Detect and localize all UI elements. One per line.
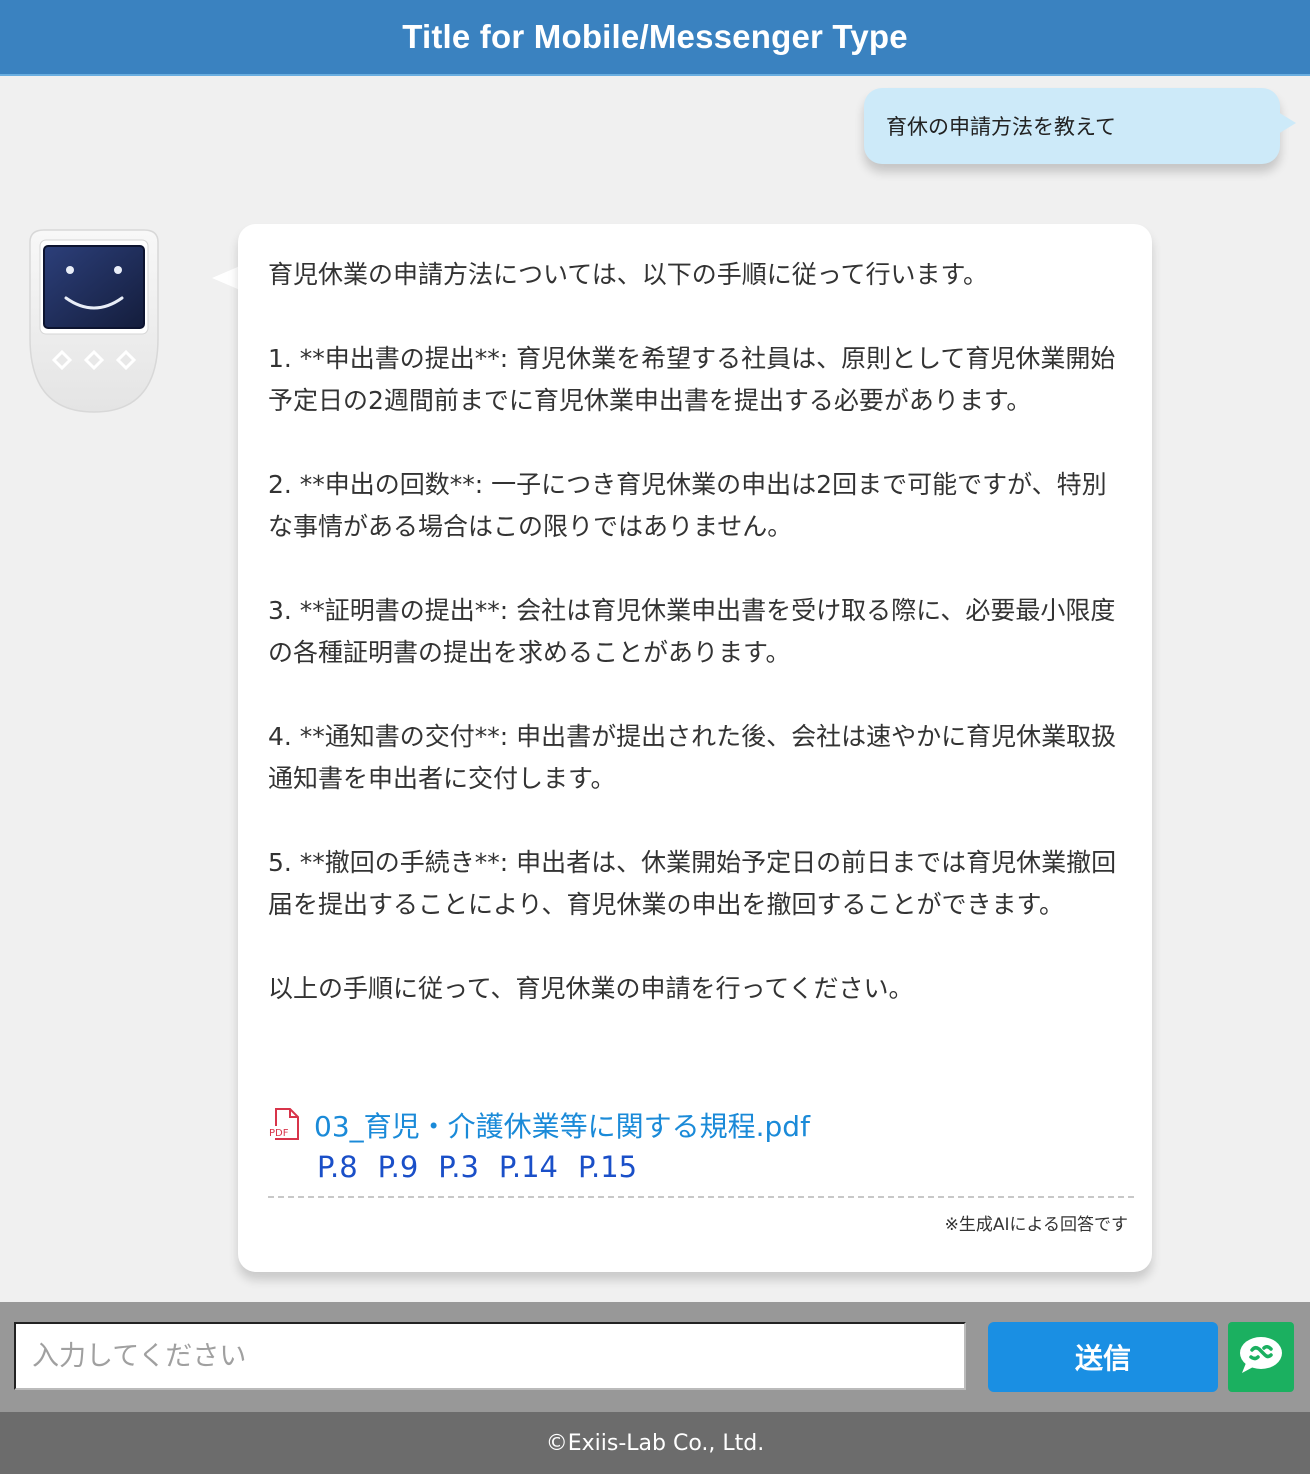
svg-text:PDF: PDF <box>269 1128 289 1139</box>
copyright-text: ©Exiis-Lab Co., Ltd. <box>545 1430 765 1456</box>
app-header: Title for Mobile/Messenger Type <box>0 0 1310 76</box>
source-file-link[interactable]: 03_育児・介護休業等に関する規程.pdf <box>314 1105 810 1145</box>
bot-message-text: 育児休業の申請方法については、以下の手順に従って行います。 1. **申出書の提… <box>268 254 1130 1010</box>
user-message-text: 育休の申請方法を教えて <box>886 115 1116 139</box>
page-link-4[interactable]: P.14 <box>499 1150 558 1184</box>
input-bar: 送信 <box>0 1302 1310 1412</box>
chat-area: 育休の申請方法を教えて 育児休業の申請方法については、以下の手順に従って行います… <box>0 76 1310 1302</box>
chat-bubble-icon <box>1238 1335 1284 1379</box>
robot-face-icon <box>24 228 164 414</box>
user-message-bubble: 育休の申請方法を教えて <box>864 88 1280 164</box>
page-link-3[interactable]: P.3 <box>438 1150 479 1184</box>
page-link-2[interactable]: P.9 <box>378 1150 419 1184</box>
page-link-5[interactable]: P.15 <box>578 1150 637 1184</box>
bot-step-2: 2. **申出の回数**: 一子につき育児休業の申出は2回まで可能ですが、特別な… <box>268 470 1107 541</box>
bot-intro: 育児休業の申請方法については、以下の手順に従って行います。 <box>268 260 989 289</box>
bot-step-4: 4. **通知書の交付**: 申出書が提出された後、会社は速やかに育児休業取扱通… <box>268 722 1117 793</box>
bot-step-1: 1. **申出書の提出**: 育児休業を希望する社員は、原則として育児休業開始予… <box>268 344 1116 415</box>
bot-step-3: 3. **証明書の提出**: 会社は育児休業申出書を受け取る際に、必要最小限度の… <box>268 596 1116 667</box>
bot-step-5: 5. **撤回の手続き**: 申出者は、休業開始予定日の前日までは育児休業撤回届… <box>268 848 1117 919</box>
ai-disclaimer: ※生成AIによる回答です <box>944 1215 1128 1235</box>
source-reference: PDF 03_育児・介護休業等に関する規程.pdf P.8 P.9 P.3 P.… <box>268 1104 1128 1184</box>
bot-message-bubble: 育児休業の申請方法については、以下の手順に従って行います。 1. **申出書の提… <box>238 224 1152 1272</box>
bot-bubble-tail <box>212 266 240 290</box>
page-title: Title for Mobile/Messenger Type <box>402 18 908 55</box>
user-bubble-tail <box>1278 112 1296 134</box>
send-button[interactable]: 送信 <box>988 1322 1218 1392</box>
footer: ©Exiis-Lab Co., Ltd. <box>0 1412 1310 1474</box>
bot-outro: 以上の手順に従って、育児休業の申請を行ってください。 <box>268 974 914 1003</box>
divider <box>268 1196 1134 1198</box>
pdf-file-icon[interactable]: PDF <box>268 1107 302 1143</box>
message-input[interactable] <box>14 1322 966 1390</box>
feedback-button[interactable] <box>1228 1322 1294 1392</box>
page-link-1[interactable]: P.8 <box>317 1150 358 1184</box>
source-pages: P.8 P.9 P.3 P.14 P.15 <box>268 1150 1128 1184</box>
